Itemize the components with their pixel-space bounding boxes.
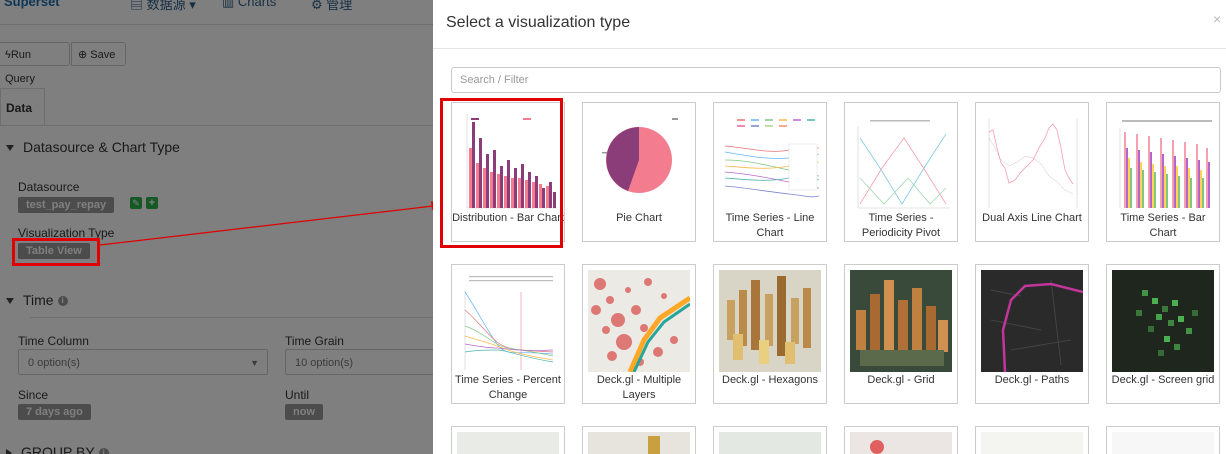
map-thumbnail [588, 432, 690, 454]
viz-card-row3-6[interactable] [1106, 426, 1220, 454]
viz-card-row3-1[interactable] [451, 426, 565, 454]
deck-multi-map-svg [591, 278, 690, 372]
search-filter-input[interactable] [451, 67, 1221, 93]
map-thumbnail [850, 432, 952, 454]
deck-screengrid-thumbnail [1112, 270, 1214, 372]
modal-title: Select a visualization type [446, 14, 631, 31]
viz-card-label: Deck.gl - Grid [867, 374, 935, 386]
periodicity-chart-svg [857, 120, 950, 209]
viz-card-ts-bar[interactable]: Time Series - Bar Chart [1106, 102, 1220, 242]
ts-bar-thumbnail [1112, 108, 1214, 210]
deck-paths-map-svg [990, 279, 1083, 372]
ts-line-chart-svg [724, 119, 820, 198]
viz-card-row3-5[interactable] [975, 426, 1089, 454]
modal-header-divider [433, 48, 1226, 49]
viz-card-label: Deck.gl - Paths [994, 374, 1070, 386]
deck-hexagons-map-svg [727, 276, 811, 364]
viz-card-percent-change[interactable]: Time Series - Percent Change [451, 264, 565, 404]
viz-card-deck-screengrid[interactable]: Deck.gl - Screen grid [1106, 264, 1220, 404]
viz-card-dual-axis[interactable]: Dual Axis Line Chart [975, 102, 1089, 242]
deck-paths-thumbnail [981, 270, 1083, 372]
pie-thumbnail [588, 108, 690, 210]
map-thumbnail [719, 432, 821, 454]
annotation-highlight-dist-bar [440, 98, 563, 248]
viz-card-label: Deck.gl - Hexagons [722, 374, 818, 386]
periodicity-thumbnail [850, 108, 952, 210]
chart-thumbnail [981, 432, 1083, 454]
percent-change-chart-svg [464, 276, 554, 370]
deck-screengrid-map-svg [1136, 290, 1198, 356]
viz-card-label: Time Series - Bar Chart [1120, 212, 1206, 239]
viz-card-row3-3[interactable] [713, 426, 827, 454]
viz-card-deck-hexagons[interactable]: Deck.gl - Hexagons [713, 264, 827, 404]
viz-card-label: Time Series - Periodicity Pivot [861, 212, 941, 239]
viz-card-pie[interactable]: Pie Chart [582, 102, 696, 242]
viz-type-modal: Select a visualization type × Search / F… [433, 0, 1226, 454]
viz-card-row3-4[interactable] [844, 426, 958, 454]
viz-card-deck-paths[interactable]: Deck.gl - Paths [975, 264, 1089, 404]
dual-axis-chart-svg [988, 118, 1078, 208]
viz-card-ts-line[interactable]: Time Series - Line Chart [713, 102, 827, 242]
ts-bar-chart-svg [1119, 120, 1212, 208]
viz-card-label: Pie Chart [616, 212, 662, 224]
pie-chart-svg [602, 118, 678, 193]
viz-card-deck-grid[interactable]: Deck.gl - Grid [844, 264, 958, 404]
table-thumbnail [1112, 432, 1214, 454]
viz-card-label: Time Series - Percent Change [455, 374, 561, 401]
map-thumbnail [457, 432, 559, 454]
deck-grid-thumbnail [850, 270, 952, 372]
close-icon[interactable]: × [1213, 11, 1221, 27]
viz-card-row3-2[interactable] [582, 426, 696, 454]
viz-card-label: Deck.gl - Multiple Layers [596, 374, 682, 401]
deck-multi-thumbnail [588, 270, 690, 372]
deck-hexagons-thumbnail [719, 270, 821, 372]
viz-card-label: Deck.gl - Screen grid [1111, 374, 1215, 386]
ts-line-thumbnail [719, 108, 821, 210]
dual-axis-thumbnail [981, 108, 1083, 210]
deck-grid-map-svg [856, 280, 948, 366]
percent-change-thumbnail [457, 270, 559, 372]
viz-card-deck-multi[interactable]: Deck.gl - Multiple Layers [582, 264, 696, 404]
viz-card-periodicity[interactable]: Time Series - Periodicity Pivot [844, 102, 958, 242]
viz-card-label: Dual Axis Line Chart [982, 212, 1082, 224]
page: Superset ▤ 数据源 ▾ ▥ Charts ⚙ 管理 ϟRun Quer… [0, 0, 1226, 454]
viz-card-label: Time Series - Line Chart [725, 212, 815, 239]
